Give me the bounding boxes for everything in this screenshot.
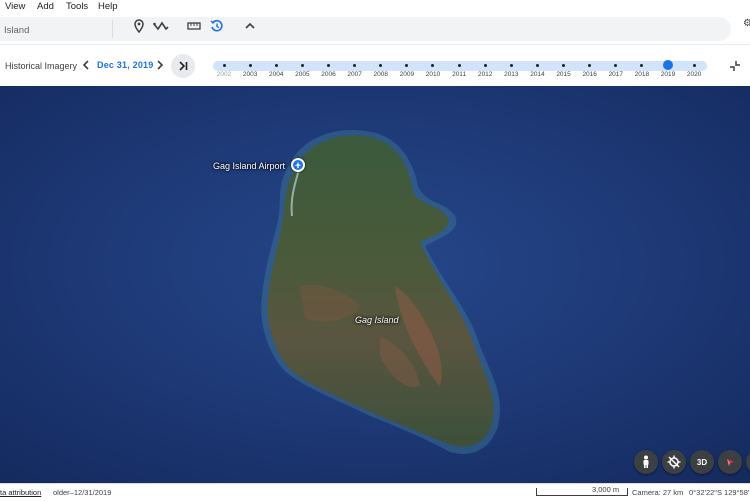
search-box	[0, 17, 731, 41]
airport-label[interactable]: Gag Island Airport	[213, 161, 285, 171]
next-date-button[interactable]	[153, 57, 167, 73]
menu-tools[interactable]: Tools	[66, 1, 88, 12]
camera-altitude: Camera: 27 km	[632, 488, 684, 497]
timeline-year-label[interactable]: 2006	[318, 71, 338, 78]
timeline-year-dot[interactable]	[535, 64, 539, 67]
collapse-icon[interactable]	[728, 59, 742, 73]
timeline-year-label[interactable]: 2011	[449, 71, 469, 78]
historical-imagery-icon[interactable]	[209, 18, 225, 34]
timeline-year-label[interactable]: 2009	[397, 71, 417, 78]
menu-bar: View Add Tools Help	[0, 0, 750, 14]
timeline-year-label[interactable]: 2012	[475, 71, 495, 78]
latest-imagery-button[interactable]	[171, 54, 195, 78]
scale-label: 3,000 m	[592, 485, 620, 494]
timeline-year-label[interactable]: 2015	[554, 71, 574, 78]
3d-toggle-button[interactable]: 3D	[690, 450, 714, 474]
timeline-year-label[interactable]: 2007	[345, 71, 365, 78]
settings-icon[interactable]: ⚙	[743, 18, 750, 29]
historical-imagery-bar: Historical Imagery Dec 31, 2019 2002 2003…	[0, 44, 750, 88]
timeline-year-label[interactable]: 2014	[527, 71, 547, 78]
status-bar: ta attribution older–12/31/2019 3,000 m …	[0, 483, 750, 501]
current-imagery-date: Dec 31, 2019	[97, 60, 154, 70]
timeline-year-dot[interactable]	[509, 64, 513, 67]
search-divider	[112, 20, 113, 38]
timeline-year-label[interactable]: 2016	[580, 71, 600, 78]
timeline-year-dot[interactable]	[692, 64, 696, 67]
timeline-year-label[interactable]: 2008	[371, 71, 391, 78]
search-input[interactable]	[2, 21, 111, 39]
coordinates-readout: 0°32'22"S 129°58'	[689, 488, 750, 497]
location-off-icon[interactable]	[662, 450, 686, 474]
timeline-year-dot[interactable]	[274, 64, 278, 67]
ruler-icon[interactable]	[186, 18, 202, 34]
previous-date-button[interactable]	[79, 57, 93, 73]
historical-imagery-label: Historical Imagery	[5, 61, 78, 71]
timeline-year-label[interactable]: 2002	[214, 71, 234, 78]
timeline-year-label[interactable]: 2004	[266, 71, 286, 78]
chevron-up-icon[interactable]	[242, 18, 258, 34]
toolbar: ⚙	[0, 14, 750, 44]
timeline-year-dot[interactable]	[300, 64, 304, 67]
timeline-year-dot[interactable]	[483, 64, 487, 67]
timeline-year-label[interactable]: 2020	[684, 71, 704, 78]
timeline-year-dot[interactable]	[457, 64, 461, 67]
timeline-year-label[interactable]: 2010	[423, 71, 443, 78]
menu-add[interactable]: Add	[37, 1, 54, 12]
street-view-pegman-icon[interactable]	[634, 450, 658, 474]
placemark-icon[interactable]	[131, 18, 147, 34]
timeline-year-label[interactable]: 2019	[658, 71, 678, 78]
island-label[interactable]: Gag Island	[355, 315, 399, 325]
compass-icon[interactable]	[718, 450, 742, 474]
timeline-year-label[interactable]: 2017	[606, 71, 626, 78]
path-icon[interactable]	[153, 18, 169, 34]
satellite-imagery	[0, 86, 750, 483]
timeline-year-label[interactable]: 2003	[240, 71, 260, 78]
timeline-year-dot[interactable]	[222, 64, 226, 67]
timeline-year-dot[interactable]	[248, 64, 252, 67]
timeline-year-label[interactable]: 2005	[292, 71, 312, 78]
map-view[interactable]: Gag Island Airport Gag Island 3D	[0, 86, 750, 483]
imagery-date-range: older–12/31/2019	[53, 488, 112, 497]
timeline-year-dot[interactable]	[326, 64, 330, 67]
menu-view[interactable]: View	[5, 1, 25, 12]
timeline-year-label[interactable]: 2013	[501, 71, 521, 78]
menu-help[interactable]: Help	[98, 1, 118, 12]
timeline-current-handle[interactable]	[663, 60, 674, 70]
data-attribution-link[interactable]: ta attribution	[0, 488, 41, 497]
airport-icon[interactable]	[291, 158, 305, 172]
timeline-year-label[interactable]: 2018	[632, 71, 652, 78]
